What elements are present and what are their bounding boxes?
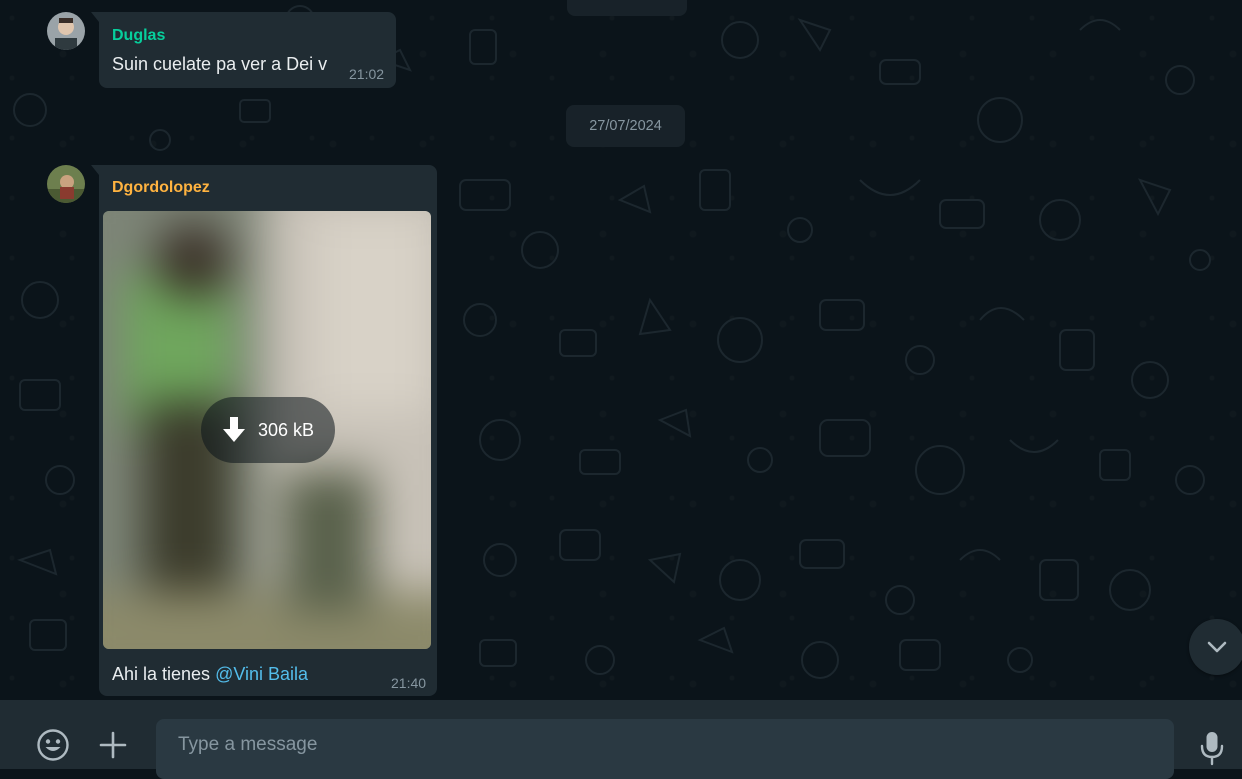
microphone-icon	[1200, 732, 1224, 766]
download-arrow-icon	[222, 417, 245, 442]
download-button[interactable]: 306 kB	[201, 397, 335, 463]
sender-name[interactable]: Dgordolopez	[112, 179, 210, 197]
sender-avatar[interactable]	[47, 12, 85, 50]
message-text: Suin cuelate pa ver a Dei v	[112, 54, 328, 74]
avatar-photo	[47, 12, 85, 50]
message-time: 21:40	[391, 675, 427, 691]
image-attachment[interactable]: 306 kB	[103, 211, 431, 649]
plus-icon	[99, 731, 127, 759]
attach-button[interactable]	[96, 726, 130, 764]
bubble-tail	[91, 12, 99, 22]
mention-link[interactable]: @Vini Baila	[215, 664, 308, 684]
date-separator-previous	[567, 0, 687, 16]
message-composer	[0, 700, 1242, 779]
message-bubble[interactable]: Dgordolopez 306 kB Ahi la tienes @Vini B…	[91, 165, 437, 696]
caption-text: Ahi la tienes	[112, 664, 216, 684]
date-separator: 27/07/2024	[566, 105, 685, 147]
chevron-down-icon	[1207, 641, 1227, 653]
voice-message-button[interactable]	[1196, 728, 1228, 768]
sender-avatar[interactable]	[47, 165, 85, 203]
avatar-photo	[47, 165, 85, 203]
scroll-to-bottom-button[interactable]	[1189, 619, 1242, 675]
download-size: 306 kB	[257, 419, 315, 440]
message-time: 21:02	[349, 66, 385, 82]
sender-name[interactable]: Duglas	[112, 27, 165, 45]
bubble-tail	[91, 165, 99, 175]
message-text: Ahi la tienes @Vini Baila	[112, 664, 308, 685]
message-bubble[interactable]: Duglas Suin cuelate pa ver a Dei v 21:02	[91, 12, 396, 88]
chat-panel: Duglas Suin cuelate pa ver a Dei v 21:02…	[0, 0, 1242, 700]
message-input[interactable]	[156, 719, 1174, 779]
smiley-icon	[37, 729, 69, 761]
emoji-button[interactable]	[34, 726, 72, 764]
